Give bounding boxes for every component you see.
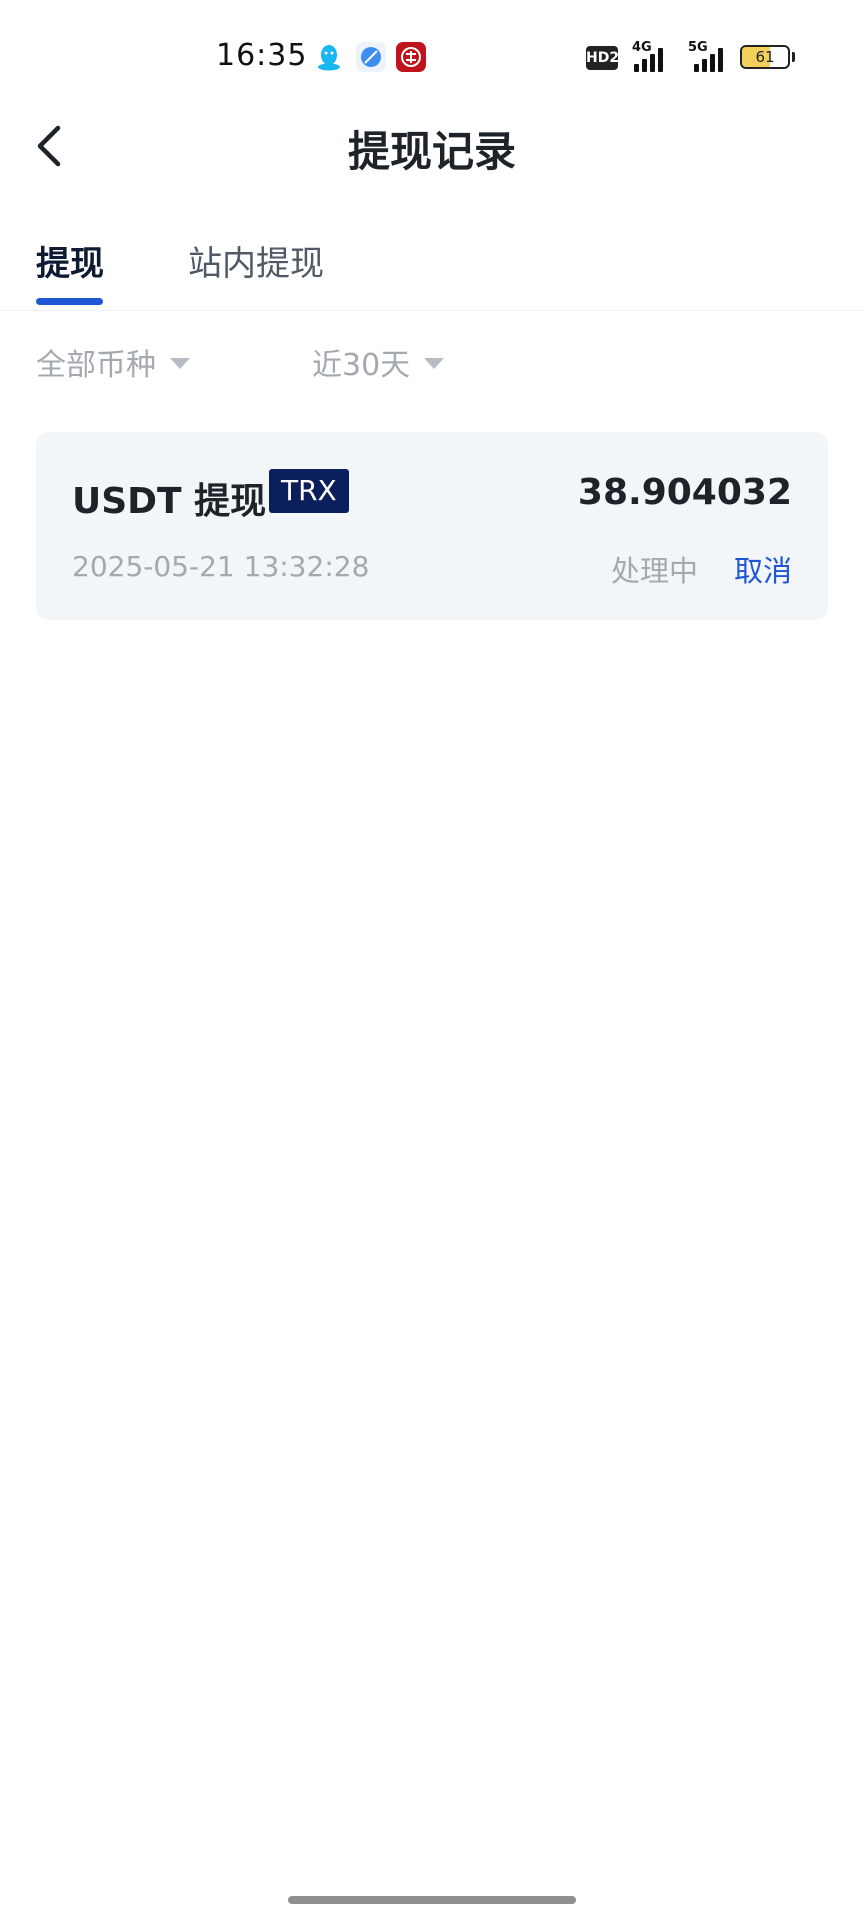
- signal-bars-icon: [694, 48, 726, 72]
- status-badge: 处理中: [610, 554, 698, 588]
- status-time: 16:35: [216, 38, 308, 73]
- battery-icon: 61: [740, 45, 790, 69]
- hd-badge: HD2: [586, 46, 619, 70]
- tab-internal-withdraw[interactable]: 站内提现: [188, 236, 324, 285]
- caret-down-icon: [170, 358, 190, 369]
- date-range-filter-label: 近30天: [312, 348, 411, 383]
- feather-icon: [356, 42, 386, 72]
- battery-tip: [792, 52, 795, 62]
- signal-bars-icon: [634, 48, 666, 72]
- home-indicator[interactable]: [288, 1896, 576, 1904]
- status-bar: 16:35 HD2 4G 5G 61: [0, 0, 864, 110]
- date-range-filter[interactable]: 近30天: [312, 340, 445, 384]
- battery-level: 61: [755, 48, 775, 66]
- withdrawal-record[interactable]: USDT 提现 TRX 38.904032 2025-05-21 13:32:2…: [36, 432, 828, 620]
- qq-icon: [318, 45, 340, 71]
- cancel-button[interactable]: 取消: [734, 548, 792, 590]
- caret-down-icon: [424, 358, 445, 369]
- currency-filter[interactable]: 全部币种: [36, 340, 190, 384]
- record-title: USDT 提现: [72, 481, 267, 522]
- bank-icon: [396, 42, 426, 72]
- record-amount: 38.904032: [577, 472, 792, 513]
- tab-withdraw[interactable]: 提现: [36, 236, 104, 285]
- active-tab-indicator: [36, 298, 103, 305]
- record-timestamp: 2025-05-21 13:32:28: [72, 550, 370, 583]
- currency-filter-label: 全部币种: [36, 348, 156, 383]
- page-title: 提现记录: [347, 127, 516, 176]
- network-badge: TRX: [269, 469, 349, 513]
- tab-bar: 提现 站内提现: [0, 230, 864, 311]
